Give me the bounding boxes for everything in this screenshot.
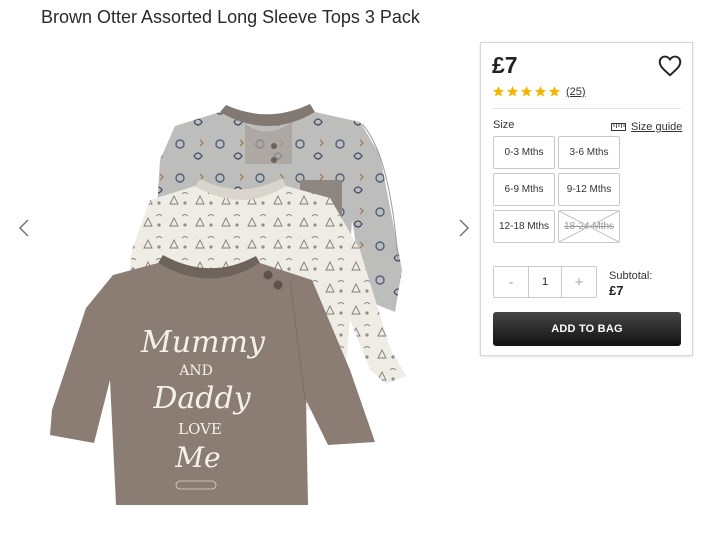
gallery-prev-button[interactable]	[14, 216, 34, 240]
rating-stars: (25)	[492, 85, 586, 98]
size-guide-label: Size guide	[631, 121, 683, 133]
purchase-panel: £7 (25) Size Size guide 0-3 Mths 3-6 Mth…	[480, 42, 693, 356]
product-gallery: Mummy AND Daddy LOVE Me	[10, 100, 480, 530]
price: £7	[492, 52, 518, 78]
gallery-next-button[interactable]	[454, 216, 474, 240]
unavailable-cross-icon	[559, 211, 619, 242]
review-count-link[interactable]: (25)	[566, 86, 586, 98]
print-line-1: Mummy	[140, 325, 266, 360]
star-icon	[520, 86, 533, 97]
print-line-2: AND	[178, 363, 213, 379]
size-option-9-12[interactable]: 9-12 Mths	[558, 173, 620, 206]
product-image: Mummy AND Daddy LOVE Me	[50, 104, 406, 505]
size-options: 0-3 Mths 3-6 Mths 6-9 Mths 9-12 Mths 12-…	[493, 136, 620, 243]
size-guide-link[interactable]: Size guide	[611, 121, 682, 133]
star-icon	[548, 86, 561, 97]
star-icon	[534, 86, 547, 97]
print-line-4: LOVE	[178, 420, 222, 438]
quantity-increase-button[interactable]: +	[562, 267, 596, 297]
quantity-stepper: - 1 +	[493, 266, 597, 298]
subtotal-label: Subtotal:	[609, 270, 653, 282]
add-to-bag-button[interactable]: ADD TO BAG	[493, 312, 681, 346]
star-icon	[492, 86, 505, 97]
size-option-6-9[interactable]: 6-9 Mths	[493, 173, 555, 206]
quantity-input[interactable]: 1	[528, 267, 562, 297]
size-label: Size	[493, 119, 515, 131]
size-option-18-24: 18-24 Mths	[558, 210, 620, 243]
chevron-right-icon	[459, 219, 470, 237]
size-option-12-18[interactable]: 12-18 Mths	[493, 210, 555, 243]
size-option-0-3[interactable]: 0-3 Mths	[493, 136, 555, 169]
size-option-3-6[interactable]: 3-6 Mths	[558, 136, 620, 169]
wishlist-button[interactable]	[657, 53, 683, 79]
chevron-left-icon	[18, 219, 29, 237]
print-line-5: Me	[174, 441, 220, 474]
print-line-3: Daddy	[152, 381, 251, 416]
quantity-decrease-button[interactable]: -	[494, 267, 528, 297]
star-icon	[506, 86, 519, 97]
divider	[492, 108, 681, 109]
subtotal-value: £7	[609, 283, 624, 298]
ruler-icon	[611, 123, 626, 131]
heart-outline-icon	[658, 55, 682, 77]
product-title: Brown Otter Assorted Long Sleeve Tops 3 …	[41, 7, 420, 27]
